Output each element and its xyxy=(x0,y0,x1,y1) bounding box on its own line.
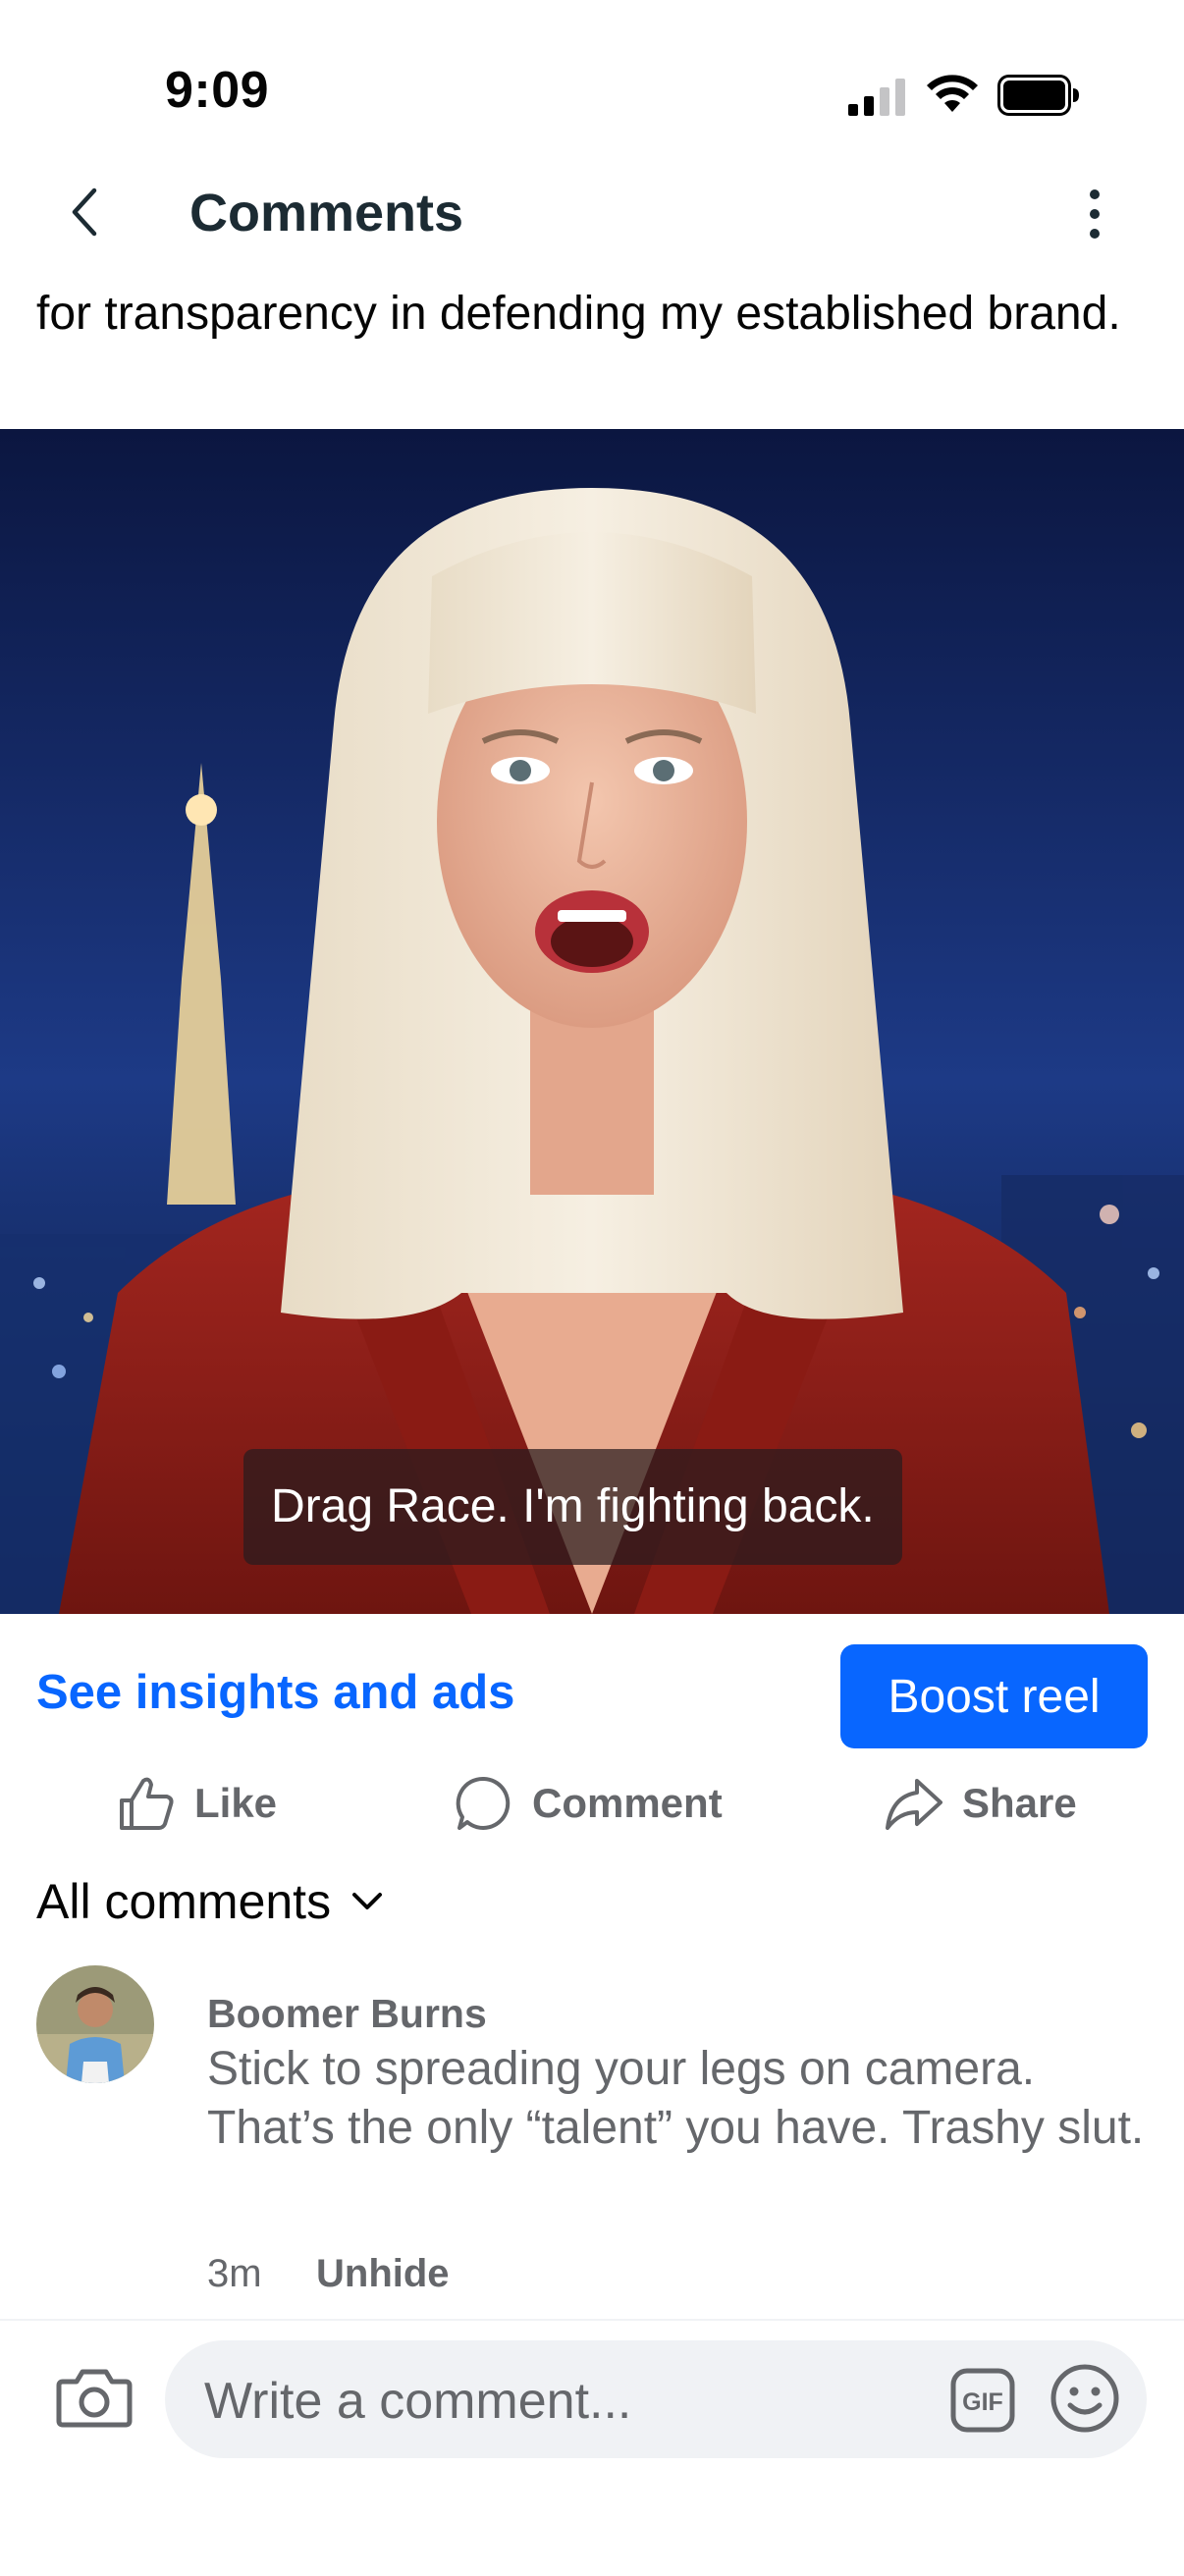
avatar-image xyxy=(36,1965,154,2083)
avatar[interactable] xyxy=(36,1965,154,2083)
like-icon xyxy=(120,1777,174,1830)
video-frame xyxy=(0,429,1184,1614)
chevron-down-icon xyxy=(352,1893,383,1909)
see-insights-link[interactable]: See insights and ads xyxy=(36,1665,514,1720)
share-icon xyxy=(886,1779,942,1830)
svg-text:GIF: GIF xyxy=(962,2388,1003,2416)
comment-input[interactable] xyxy=(202,2366,933,2437)
share-label: Share xyxy=(962,1780,1077,1826)
comments-filter-label: All comments xyxy=(36,1874,332,1929)
status-time: 9:09 xyxy=(165,62,270,119)
signal-icon xyxy=(848,79,905,116)
comment-time: 3m xyxy=(207,2252,262,2295)
more-icon[interactable] xyxy=(1080,187,1109,242)
comment-icon xyxy=(456,1776,511,1830)
boost-reel-button[interactable]: Boost reel xyxy=(840,1644,1148,1748)
wifi-icon xyxy=(927,75,978,112)
unhide-button[interactable]: Unhide xyxy=(316,2252,450,2296)
comment-author[interactable]: Boomer Burns xyxy=(207,1991,487,2037)
comments-filter[interactable]: All comments xyxy=(36,1873,384,1930)
comment-button[interactable]: Comment xyxy=(454,1767,723,1840)
back-icon[interactable] xyxy=(61,183,110,242)
camera-icon[interactable] xyxy=(55,2362,134,2431)
gif-icon[interactable]: GIF xyxy=(950,2368,1015,2433)
share-button[interactable]: Share xyxy=(884,1767,1077,1840)
battery-icon xyxy=(997,75,1079,116)
video-subtitle: Drag Race. I'm fighting back. xyxy=(243,1449,902,1565)
reel-video[interactable] xyxy=(0,429,1184,1614)
like-button[interactable]: Like xyxy=(116,1767,277,1840)
post-caption: for transparency in defending my establi… xyxy=(36,288,1121,340)
page-title: Comments xyxy=(189,184,464,242)
comment-text: Stick to spreading your legs on camera. … xyxy=(207,2043,1145,2154)
emoji-icon[interactable] xyxy=(1049,2362,1121,2435)
like-label: Like xyxy=(194,1780,278,1826)
comment-label: Comment xyxy=(532,1780,723,1826)
